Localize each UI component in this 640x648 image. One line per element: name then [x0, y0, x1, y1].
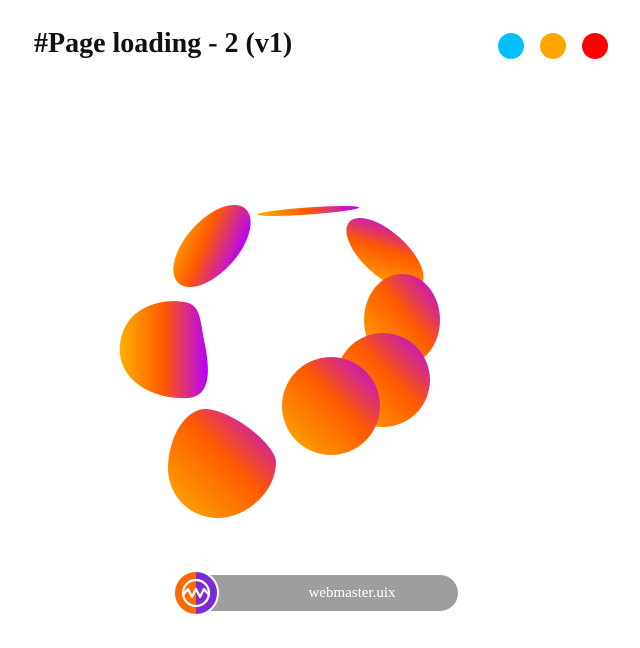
- brand-badge[interactable]: webmaster.uix: [172, 570, 458, 616]
- loader-blob-top-streak: [257, 206, 359, 216]
- loader-blob-bottom-right: [282, 357, 380, 455]
- page-loader-animation: [119, 204, 440, 518]
- brand-pill: webmaster.uix: [190, 575, 458, 611]
- brand-text: webmaster.uix: [308, 585, 396, 601]
- webmaster-logo-icon: [173, 570, 219, 616]
- loader-blob-top-left: [173, 204, 251, 288]
- loader-blob-left: [119, 301, 208, 399]
- loader-blob-bottom-left: [168, 408, 276, 518]
